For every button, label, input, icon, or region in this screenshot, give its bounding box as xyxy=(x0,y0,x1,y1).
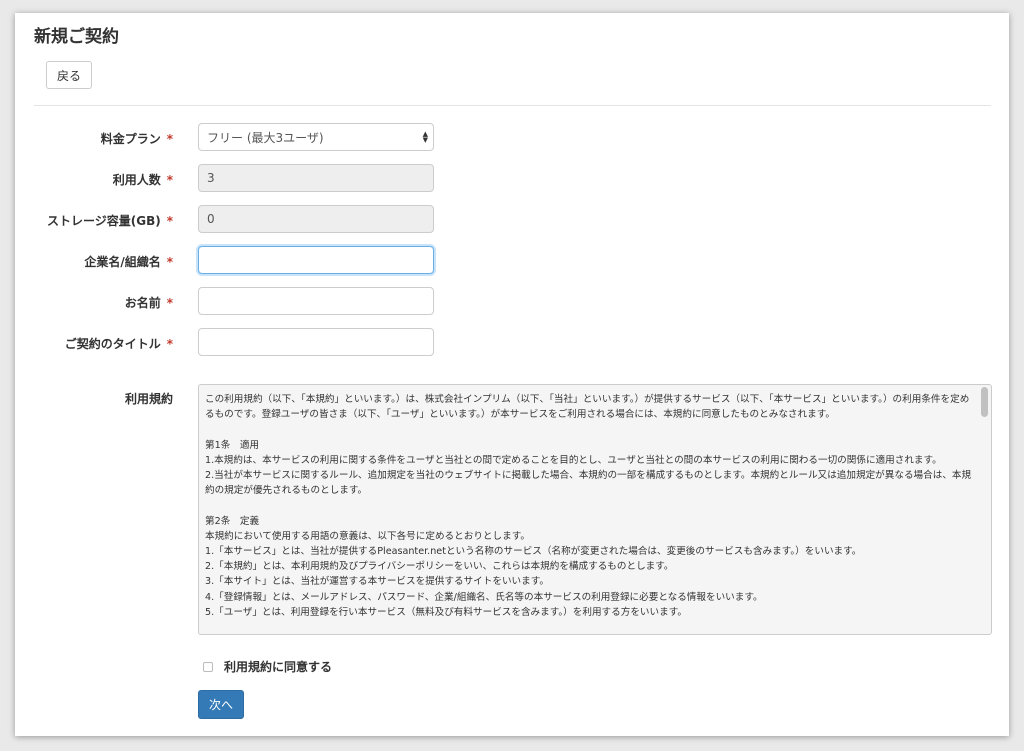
divider xyxy=(34,105,991,106)
name-input[interactable] xyxy=(198,287,434,315)
terms-scrollbar[interactable] xyxy=(981,387,989,632)
required-mark: * xyxy=(166,173,173,187)
plan-select[interactable]: フリー (最大3ユーザ) ▲ ▼ xyxy=(198,123,434,151)
users-value: 3 xyxy=(207,171,215,185)
required-mark: * xyxy=(166,214,173,228)
required-mark: * xyxy=(166,255,173,269)
contract-form-window: 新規ご契約 戻る 料金プラン * フリー (最大3ユーザ) ▲ ▼ 利用人数 * 3 … xyxy=(15,13,1009,736)
required-mark: * xyxy=(166,337,173,351)
terms-text: この利用規約（以下、「本規約」といいます。）は、株式会社インプリム（以下、「当社… xyxy=(205,394,972,618)
required-mark: * xyxy=(166,296,173,310)
plan-label: 料金プラン * xyxy=(100,132,173,146)
name-label: お名前 * xyxy=(124,296,173,310)
contract-title-label: ご契約のタイトル * xyxy=(64,337,173,351)
agree-row[interactable]: 利用規約に同意する xyxy=(203,658,332,675)
scroll-thumb[interactable] xyxy=(981,387,988,417)
required-mark: * xyxy=(166,132,173,146)
company-label: 企業名/組織名 * xyxy=(84,255,173,269)
storage-field: 0 xyxy=(198,205,434,233)
next-button[interactable]: 次へ xyxy=(198,690,244,719)
terms-textarea[interactable]: この利用規約（以下、「本規約」といいます。）は、株式会社インプリム（以下、「当社… xyxy=(198,384,992,635)
back-button[interactable]: 戻る xyxy=(46,61,92,89)
agree-label[interactable]: 利用規約に同意する xyxy=(224,658,332,675)
agree-checkbox[interactable] xyxy=(203,661,213,672)
users-label: 利用人数 * xyxy=(112,173,173,187)
contract-title-input[interactable] xyxy=(198,328,434,356)
storage-value: 0 xyxy=(207,212,215,226)
company-input[interactable] xyxy=(198,246,434,274)
page-title: 新規ご契約 xyxy=(34,27,119,47)
storage-label: ストレージ容量(GB) * xyxy=(46,214,173,228)
plan-select-value: フリー (最大3ユーザ) xyxy=(207,130,324,145)
select-arrows-icon: ▲ ▼ xyxy=(422,130,428,144)
terms-label: 利用規約 xyxy=(124,392,173,406)
users-field: 3 xyxy=(198,164,434,192)
